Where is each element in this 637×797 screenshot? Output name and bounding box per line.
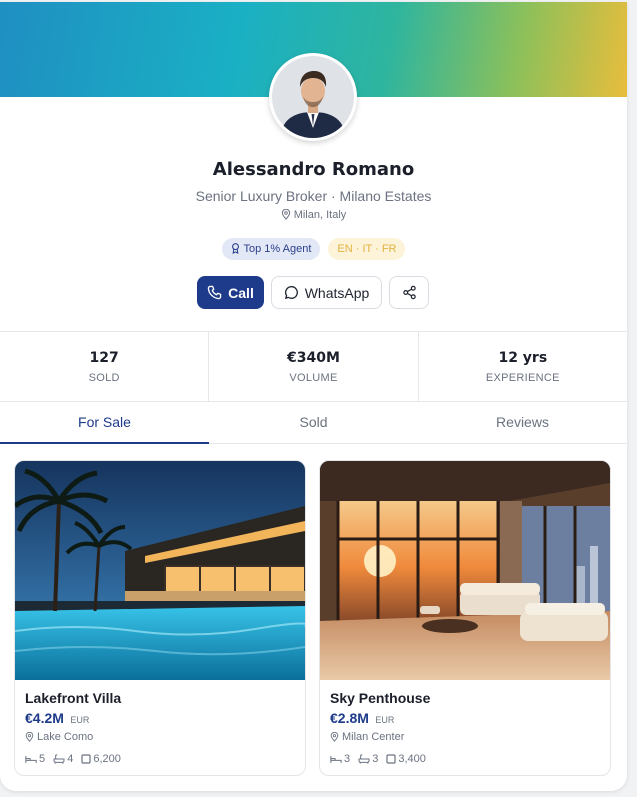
beds-feature: 3 <box>330 753 350 765</box>
area-value: 6,200 <box>93 753 121 765</box>
call-button[interactable]: Call <box>197 276 264 309</box>
avatar <box>269 53 357 141</box>
stat-value: 12 yrs <box>498 350 548 366</box>
location-pin-icon <box>25 731 34 742</box>
area-feature: 3,400 <box>386 753 426 765</box>
agent-name: Alessandro Romano <box>212 159 415 180</box>
listing-location: Lake Como <box>25 731 93 743</box>
beds-count: 3 <box>344 753 351 765</box>
listing-title: Sky Penthouse <box>330 690 431 706</box>
award-icon <box>231 243 239 254</box>
listing-card[interactable]: Lakefront Villa €4.2M EUR Lake Como 5 4 … <box>14 460 306 776</box>
bed-icon <box>25 756 37 763</box>
listing-price: €2.8M <box>330 710 369 726</box>
stat-sold: 127 SOLD <box>0 332 210 401</box>
listing-price: €4.2M <box>25 710 64 726</box>
listing-tabs: For Sale Sold Reviews <box>0 402 627 444</box>
bed-icon <box>330 756 342 763</box>
chat-bubble-icon <box>284 286 298 299</box>
agent-location: Milan, Italy <box>0 208 627 221</box>
phone-icon <box>207 285 222 300</box>
stat-value: 127 <box>89 350 119 366</box>
stat-experience: 12 yrs EXPERIENCE <box>419 332 627 401</box>
stat-label: EXPERIENCE <box>485 372 560 384</box>
listing-price-row: €2.8M EUR <box>330 710 394 728</box>
listing-card[interactable]: Sky Penthouse €2.8M EUR Milan Center 3 3… <box>319 460 611 776</box>
share-button[interactable] <box>389 276 429 309</box>
tab-for-sale[interactable]: For Sale <box>0 402 209 444</box>
tab-reviews[interactable]: Reviews <box>418 402 627 443</box>
area-icon <box>386 754 396 764</box>
beds-feature: 5 <box>25 753 45 765</box>
listing-currency: EUR <box>70 715 90 725</box>
villa-photo <box>15 461 305 680</box>
whatsapp-button[interactable]: WhatsApp <box>271 276 382 309</box>
stat-value: €340M <box>287 350 340 366</box>
listing-features: 3 3 3,400 <box>330 753 431 765</box>
stat-volume: €340M VOLUME <box>209 332 419 401</box>
area-value: 3,400 <box>398 753 426 765</box>
area-icon <box>81 754 91 764</box>
listing-price-row: €4.2M EUR <box>25 710 89 728</box>
top-agent-badge: Top 1% Agent <box>221 238 321 260</box>
baths-feature: 4 <box>53 753 73 765</box>
listing-location: Milan Center <box>330 731 404 743</box>
location-pin-icon <box>281 208 290 220</box>
agent-profile-card: Alessandro Romano Senior Luxury Broker ·… <box>0 2 627 791</box>
location-pin-icon <box>330 731 339 742</box>
area-feature: 6,200 <box>81 753 121 765</box>
share-icon <box>402 285 416 300</box>
agent-location-text: Milan, Italy <box>293 209 347 221</box>
languages-badge: EN · IT · FR <box>328 238 406 260</box>
listing-title: Lakefront Villa <box>25 690 122 706</box>
stats-bar: 127 SOLD €340M VOLUME 12 yrs EXPERIENCE <box>0 331 627 402</box>
stat-label: VOLUME <box>289 372 338 384</box>
stat-label: SOLD <box>88 372 120 384</box>
tab-sold[interactable]: Sold <box>209 402 418 443</box>
whatsapp-button-label: WhatsApp <box>304 284 370 301</box>
listing-location-text: Milan Center <box>342 731 405 743</box>
call-button-label: Call <box>228 284 254 301</box>
baths-feature: 3 <box>358 753 378 765</box>
bath-icon <box>53 754 65 764</box>
bath-icon <box>358 754 370 764</box>
baths-count: 3 <box>372 753 379 765</box>
penthouse-photo <box>320 461 610 680</box>
listing-features: 5 4 6,200 <box>25 753 126 765</box>
listing-currency: EUR <box>375 715 395 725</box>
agent-title: Senior Luxury Broker · Milano Estates <box>195 188 432 204</box>
badge-row: Top 1% Agent EN · IT · FR <box>0 238 627 260</box>
beds-count: 5 <box>39 753 46 765</box>
baths-count: 4 <box>67 753 74 765</box>
listing-location-text: Lake Como <box>37 731 94 743</box>
top-agent-badge-label: Top 1% Agent <box>243 243 312 255</box>
